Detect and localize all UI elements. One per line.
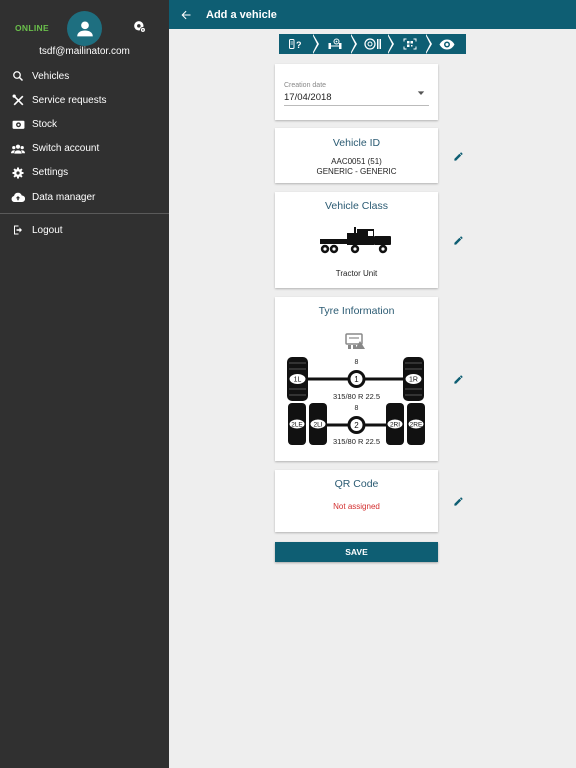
- caret-down-icon[interactable]: [417, 89, 425, 97]
- tyre-icon: [363, 38, 381, 50]
- svg-text:?: ?: [296, 40, 302, 50]
- wizard-stepper: ?: [279, 34, 466, 54]
- svg-text:1: 1: [354, 375, 359, 384]
- vehicle-class-title: Vehicle Class: [324, 200, 389, 212]
- user-icon: [76, 20, 93, 36]
- wheel-settings-icon[interactable]: [133, 20, 147, 34]
- eye-icon: [439, 39, 455, 49]
- back-arrow-icon[interactable]: [179, 8, 193, 22]
- vehicle-class-card[interactable]: Vehicle Class Tractor Unit: [275, 192, 438, 288]
- vehicle-make-model: GENERIC - GENERIC: [316, 167, 397, 176]
- drawer-menu: Vehicles Service requests Stock Switch a…: [0, 64, 169, 242]
- tractor-unit-icon: [320, 227, 391, 254]
- menu-item-label: Vehicles: [32, 70, 70, 82]
- menu-item-settings[interactable]: Settings: [0, 161, 169, 185]
- vehicle-id-card[interactable]: Vehicle ID AAC0051 (51) GENERIC - GENERI…: [275, 128, 438, 183]
- edit-tyre-information-pencil-icon[interactable]: [452, 373, 464, 385]
- app-bar: Add a vehicle: [169, 0, 576, 29]
- step-axle-config[interactable]: [316, 34, 358, 54]
- menu-item-logout[interactable]: Logout: [0, 218, 169, 242]
- axle-1-tyre-size: 315/80 R 22.5: [332, 392, 381, 401]
- drawer-header: ONLINE tsdf@mailinator.com: [0, 0, 169, 64]
- cloud-upload-icon: [11, 190, 25, 204]
- avatar[interactable]: [67, 11, 102, 46]
- logout-icon: [11, 223, 25, 237]
- tyre-check-icon: [345, 333, 365, 349]
- tyre-information-card[interactable]: Tyre Information 8 1L 1R 1 2LE 2LI 2RI 2…: [275, 297, 438, 461]
- qr-code-card[interactable]: QR Code Not assigned: [275, 470, 438, 532]
- stock-icon: [11, 117, 25, 131]
- edit-vehicle-class-pencil-icon[interactable]: [452, 234, 464, 246]
- menu-item-data-manager[interactable]: Data manager: [0, 185, 169, 209]
- menu-item-vehicles[interactable]: Vehicles: [0, 64, 169, 88]
- svg-text:1L: 1L: [294, 377, 302, 384]
- svg-text:1R: 1R: [409, 377, 418, 384]
- edit-qr-code-pencil-icon[interactable]: [452, 495, 464, 507]
- menu-item-stock[interactable]: Stock: [0, 112, 169, 136]
- svg-text:2: 2: [354, 421, 359, 430]
- creation-date-card: Creation date 17/04/2018: [275, 64, 438, 120]
- menu-item-label: Data manager: [32, 191, 96, 203]
- field-underline: [284, 105, 429, 106]
- gear-icon: [11, 166, 25, 180]
- page-title: Add a vehicle: [206, 8, 277, 21]
- svg-text:2RE: 2RE: [410, 422, 423, 429]
- creation-date-field[interactable]: 17/04/2018: [284, 92, 332, 103]
- search-icon: [11, 69, 25, 83]
- axle-2-tyre-count: 8: [354, 405, 359, 412]
- vehicle-question-icon: ?: [288, 39, 302, 50]
- step-vehicle-question[interactable]: ?: [279, 34, 320, 54]
- connection-status: ONLINE: [15, 23, 49, 33]
- step-review[interactable]: [429, 34, 466, 54]
- navigation-drawer: ONLINE tsdf@mailinator.com Vehicles Serv…: [0, 0, 169, 768]
- svg-text:2LI: 2LI: [313, 422, 322, 429]
- tools-icon: [11, 93, 25, 107]
- axle-2-hub: 2: [347, 416, 366, 434]
- save-button[interactable]: SAVE: [275, 542, 438, 562]
- axle-config-icon: [328, 38, 342, 49]
- qr-code-title: QR Code: [334, 478, 379, 490]
- menu-item-label: Stock: [32, 118, 58, 130]
- step-qr-scan[interactable]: [391, 34, 433, 54]
- creation-date-label: Creation date: [284, 82, 327, 89]
- menu-item-switch-account[interactable]: Switch account: [0, 137, 169, 161]
- menu-item-label: Logout: [32, 224, 63, 236]
- axle-2-tyre-size: 315/80 R 22.5: [332, 437, 381, 446]
- menu-item-label: Settings: [32, 167, 69, 179]
- menu-item-label: Switch account: [32, 143, 100, 155]
- tyre-information-title: Tyre Information: [318, 305, 395, 317]
- step-tyre[interactable]: [354, 34, 395, 54]
- user-email: tsdf@mailinator.com: [39, 46, 130, 57]
- axle-diagram: 1L 1R 1 2LE 2LI 2RI 2RE 2: [287, 357, 425, 445]
- svg-text:2RI: 2RI: [390, 422, 400, 429]
- qr-scan-icon: [403, 38, 417, 50]
- menu-divider: [0, 213, 169, 215]
- menu-item-service-requests[interactable]: Service requests: [0, 88, 169, 112]
- qr-code-status: Not assigned: [333, 502, 380, 511]
- users-icon: [11, 142, 25, 156]
- edit-vehicle-id-pencil-icon[interactable]: [452, 150, 464, 162]
- menu-item-label: Service requests: [32, 94, 107, 106]
- vehicle-id-value: AAC0051 (51): [331, 157, 382, 166]
- vehicle-class-value: Tractor Unit: [335, 269, 378, 278]
- axle-1-hub: 1: [347, 370, 366, 388]
- vehicle-id-title: Vehicle ID: [332, 137, 381, 149]
- svg-text:2LE: 2LE: [291, 422, 303, 429]
